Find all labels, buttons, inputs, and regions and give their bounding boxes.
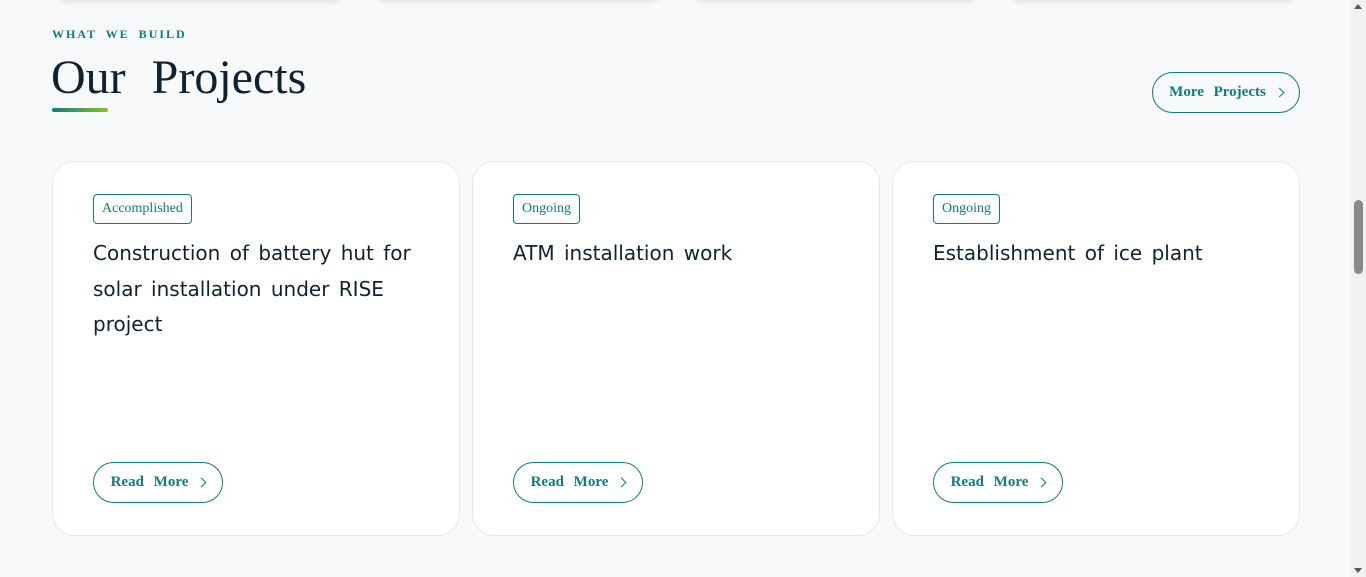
chevron-right-icon xyxy=(196,477,207,488)
project-title: ATM installation work xyxy=(513,241,733,265)
scroll-up-arrow-icon[interactable] xyxy=(1354,4,1362,9)
chevron-right-icon xyxy=(1036,477,1047,488)
read-more-label: Read More xyxy=(950,474,1029,490)
chevron-right-icon xyxy=(1274,87,1285,98)
read-more-button[interactable]: Read More xyxy=(93,462,223,503)
scroll-down-arrow-icon[interactable] xyxy=(1354,568,1362,573)
chevron-right-icon xyxy=(616,477,627,488)
section-title: Our Projects xyxy=(51,51,307,104)
project-title: Establishment of ice plant xyxy=(933,241,1203,265)
project-card: Accomplished Construction of battery hut… xyxy=(52,161,460,536)
section-eyebrow: WHAT WE BUILD xyxy=(52,27,187,41)
project-card: Ongoing Establishment of ice plant Read … xyxy=(892,161,1300,536)
status-badge: Ongoing xyxy=(933,194,1000,224)
page-scrollbar[interactable] xyxy=(1351,0,1366,577)
status-badge: Accomplished xyxy=(93,194,192,224)
more-projects-label: More Projects xyxy=(1169,84,1266,100)
project-card: Ongoing ATM installation work Read More xyxy=(472,161,880,536)
read-more-label: Read More xyxy=(530,474,609,490)
scrollbar-thumb[interactable] xyxy=(1354,200,1363,274)
title-underline xyxy=(52,108,108,112)
read-more-button[interactable]: Read More xyxy=(933,462,1063,503)
project-title: Construction of battery hut for solar in… xyxy=(93,241,411,336)
read-more-button[interactable]: Read More xyxy=(513,462,643,503)
status-badge: Ongoing xyxy=(513,194,580,224)
more-projects-button[interactable]: More Projects xyxy=(1152,72,1300,113)
read-more-label: Read More xyxy=(110,474,189,490)
